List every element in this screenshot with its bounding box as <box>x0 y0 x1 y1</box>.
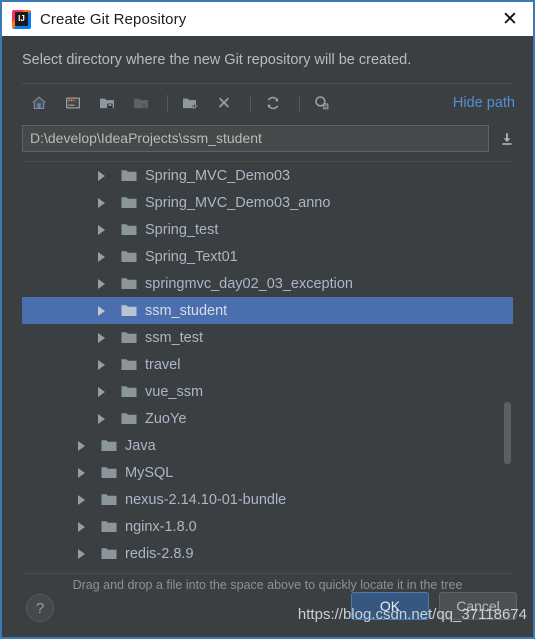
expand-arrow-icon[interactable] <box>78 548 92 559</box>
cancel-button[interactable]: Cancel <box>439 592 517 620</box>
expand-arrow-icon[interactable] <box>98 224 112 235</box>
tree-row[interactable]: SQLyog <box>22 567 513 574</box>
hide-path-link[interactable]: Hide path <box>453 95 515 111</box>
expand-arrow-icon[interactable] <box>98 305 112 316</box>
toolbar-divider <box>250 94 251 112</box>
folder-icon <box>121 385 137 398</box>
folder-icon <box>121 277 137 290</box>
folder-icon <box>101 520 117 533</box>
folder-icon <box>101 547 117 560</box>
tree-row[interactable]: ZuoYe <box>22 405 513 432</box>
expand-arrow-icon[interactable] <box>78 494 92 505</box>
expand-arrow-icon[interactable] <box>98 386 112 397</box>
tree-row-label: ssm_test <box>145 329 204 346</box>
scrollbar-thumb[interactable] <box>504 402 511 464</box>
folder-icon <box>101 439 117 452</box>
tree-row-label: ssm_student <box>145 302 228 319</box>
expand-arrow-icon[interactable] <box>98 170 112 181</box>
folder-icon <box>101 466 117 479</box>
tree-row[interactable]: redis-2.8.9 <box>22 540 513 567</box>
drive-folder-icon[interactable] <box>92 88 122 118</box>
path-row: D:\develop\IdeaProjects\ssm_student <box>2 125 533 152</box>
tree-row-label: nginx-1.8.0 <box>125 518 197 535</box>
expand-arrow-icon[interactable] <box>98 413 112 424</box>
delete-icon[interactable] <box>209 88 239 118</box>
close-icon[interactable]: ✕ <box>487 2 533 36</box>
tree-row[interactable]: Spring_test <box>22 216 513 243</box>
intellij-idea-icon <box>12 9 31 29</box>
tree-row-label: Java <box>125 437 156 454</box>
expand-arrow-icon[interactable] <box>78 440 92 451</box>
folder-icon <box>121 169 137 182</box>
tree-row[interactable]: MySQL <box>22 459 513 486</box>
folder-icon <box>121 223 137 236</box>
tree-row[interactable]: nginx-1.8.0 <box>22 513 513 540</box>
tree-row-label: ZuoYe <box>145 410 187 427</box>
tree-row-label: Spring_Text01 <box>145 248 238 265</box>
folder-icon <box>121 358 137 371</box>
create-git-repository-dialog: Create Git Repository ✕ Select directory… <box>0 0 535 639</box>
expand-arrow-icon[interactable] <box>98 251 112 262</box>
folder-icon <box>121 331 137 344</box>
file-chooser-toolbar: Hide path <box>2 84 533 122</box>
folder-icon <box>121 412 137 425</box>
desktop-icon[interactable] <box>58 88 88 118</box>
tree-row[interactable]: Spring_MVC_Demo03_anno <box>22 189 513 216</box>
tree-row[interactable]: travel <box>22 351 513 378</box>
folder-icon <box>121 250 137 263</box>
dialog-footer: ? OK Cancel https://blog.csdn.net/qq_371… <box>2 585 533 637</box>
tree-row-label: redis-2.8.9 <box>125 545 194 562</box>
expand-arrow-icon[interactable] <box>98 278 112 289</box>
tree-row[interactable]: Spring_Text01 <box>22 243 513 270</box>
tree-row-label: nexus-2.14.10-01-bundle <box>125 491 287 508</box>
module-folder-icon <box>126 88 156 118</box>
tree-row-label: travel <box>145 356 181 373</box>
tree-scrollbar[interactable] <box>504 162 511 573</box>
tree-row-label: Spring_MVC_Demo03_anno <box>145 194 331 211</box>
tree-row-label: MySQL <box>125 464 174 481</box>
tree-row[interactable]: nexus-2.14.10-01-bundle <box>22 486 513 513</box>
tree-row-label: SQLyog <box>125 573 177 574</box>
tree-row-label: Spring_test <box>145 221 219 238</box>
dialog-subtitle: Select directory where the new Git repos… <box>22 52 412 68</box>
expand-arrow-icon[interactable] <box>98 332 112 343</box>
path-input[interactable]: D:\develop\IdeaProjects\ssm_student <box>22 125 489 152</box>
expand-arrow-icon[interactable] <box>98 197 112 208</box>
directory-tree[interactable]: Spring_MVC_Demo03 Spring_MVC_Demo03_anno S… <box>22 161 513 574</box>
tree-row[interactable]: springmvc_day02_03_exception <box>22 270 513 297</box>
tree-row[interactable]: vue_ssm <box>22 378 513 405</box>
folder-icon <box>121 196 137 209</box>
tree-row[interactable]: Spring_MVC_Demo03 <box>22 162 513 189</box>
page-title: Create Git Repository <box>40 10 187 28</box>
tree-row-label: vue_ssm <box>145 383 204 400</box>
title-bar: Create Git Repository ✕ <box>2 2 533 36</box>
home-icon[interactable] <box>24 88 54 118</box>
expand-arrow-icon[interactable] <box>78 467 92 478</box>
expand-arrow-icon[interactable] <box>98 359 112 370</box>
tree-rows: Spring_MVC_Demo03 Spring_MVC_Demo03_anno S… <box>22 162 513 574</box>
tree-row[interactable]: ssm_test <box>22 324 513 351</box>
toolbar-divider <box>299 94 300 112</box>
tree-row-label: Spring_MVC_Demo03 <box>145 167 291 184</box>
folder-icon <box>101 493 117 506</box>
download-icon[interactable] <box>494 125 520 152</box>
tree-row[interactable]: ssm_student <box>22 297 513 324</box>
folder-icon <box>121 304 137 317</box>
refresh-icon[interactable] <box>258 88 288 118</box>
new-folder-icon[interactable] <box>175 88 205 118</box>
toolbar-divider <box>167 94 168 112</box>
help-button[interactable]: ? <box>26 594 54 622</box>
tree-row[interactable]: Java <box>22 432 513 459</box>
show-hidden-icon[interactable] <box>307 88 337 118</box>
ok-button[interactable]: OK <box>351 592 429 620</box>
dialog-buttons: OK Cancel <box>351 592 517 620</box>
tree-row-label: springmvc_day02_03_exception <box>145 275 353 292</box>
expand-arrow-icon[interactable] <box>78 521 92 532</box>
